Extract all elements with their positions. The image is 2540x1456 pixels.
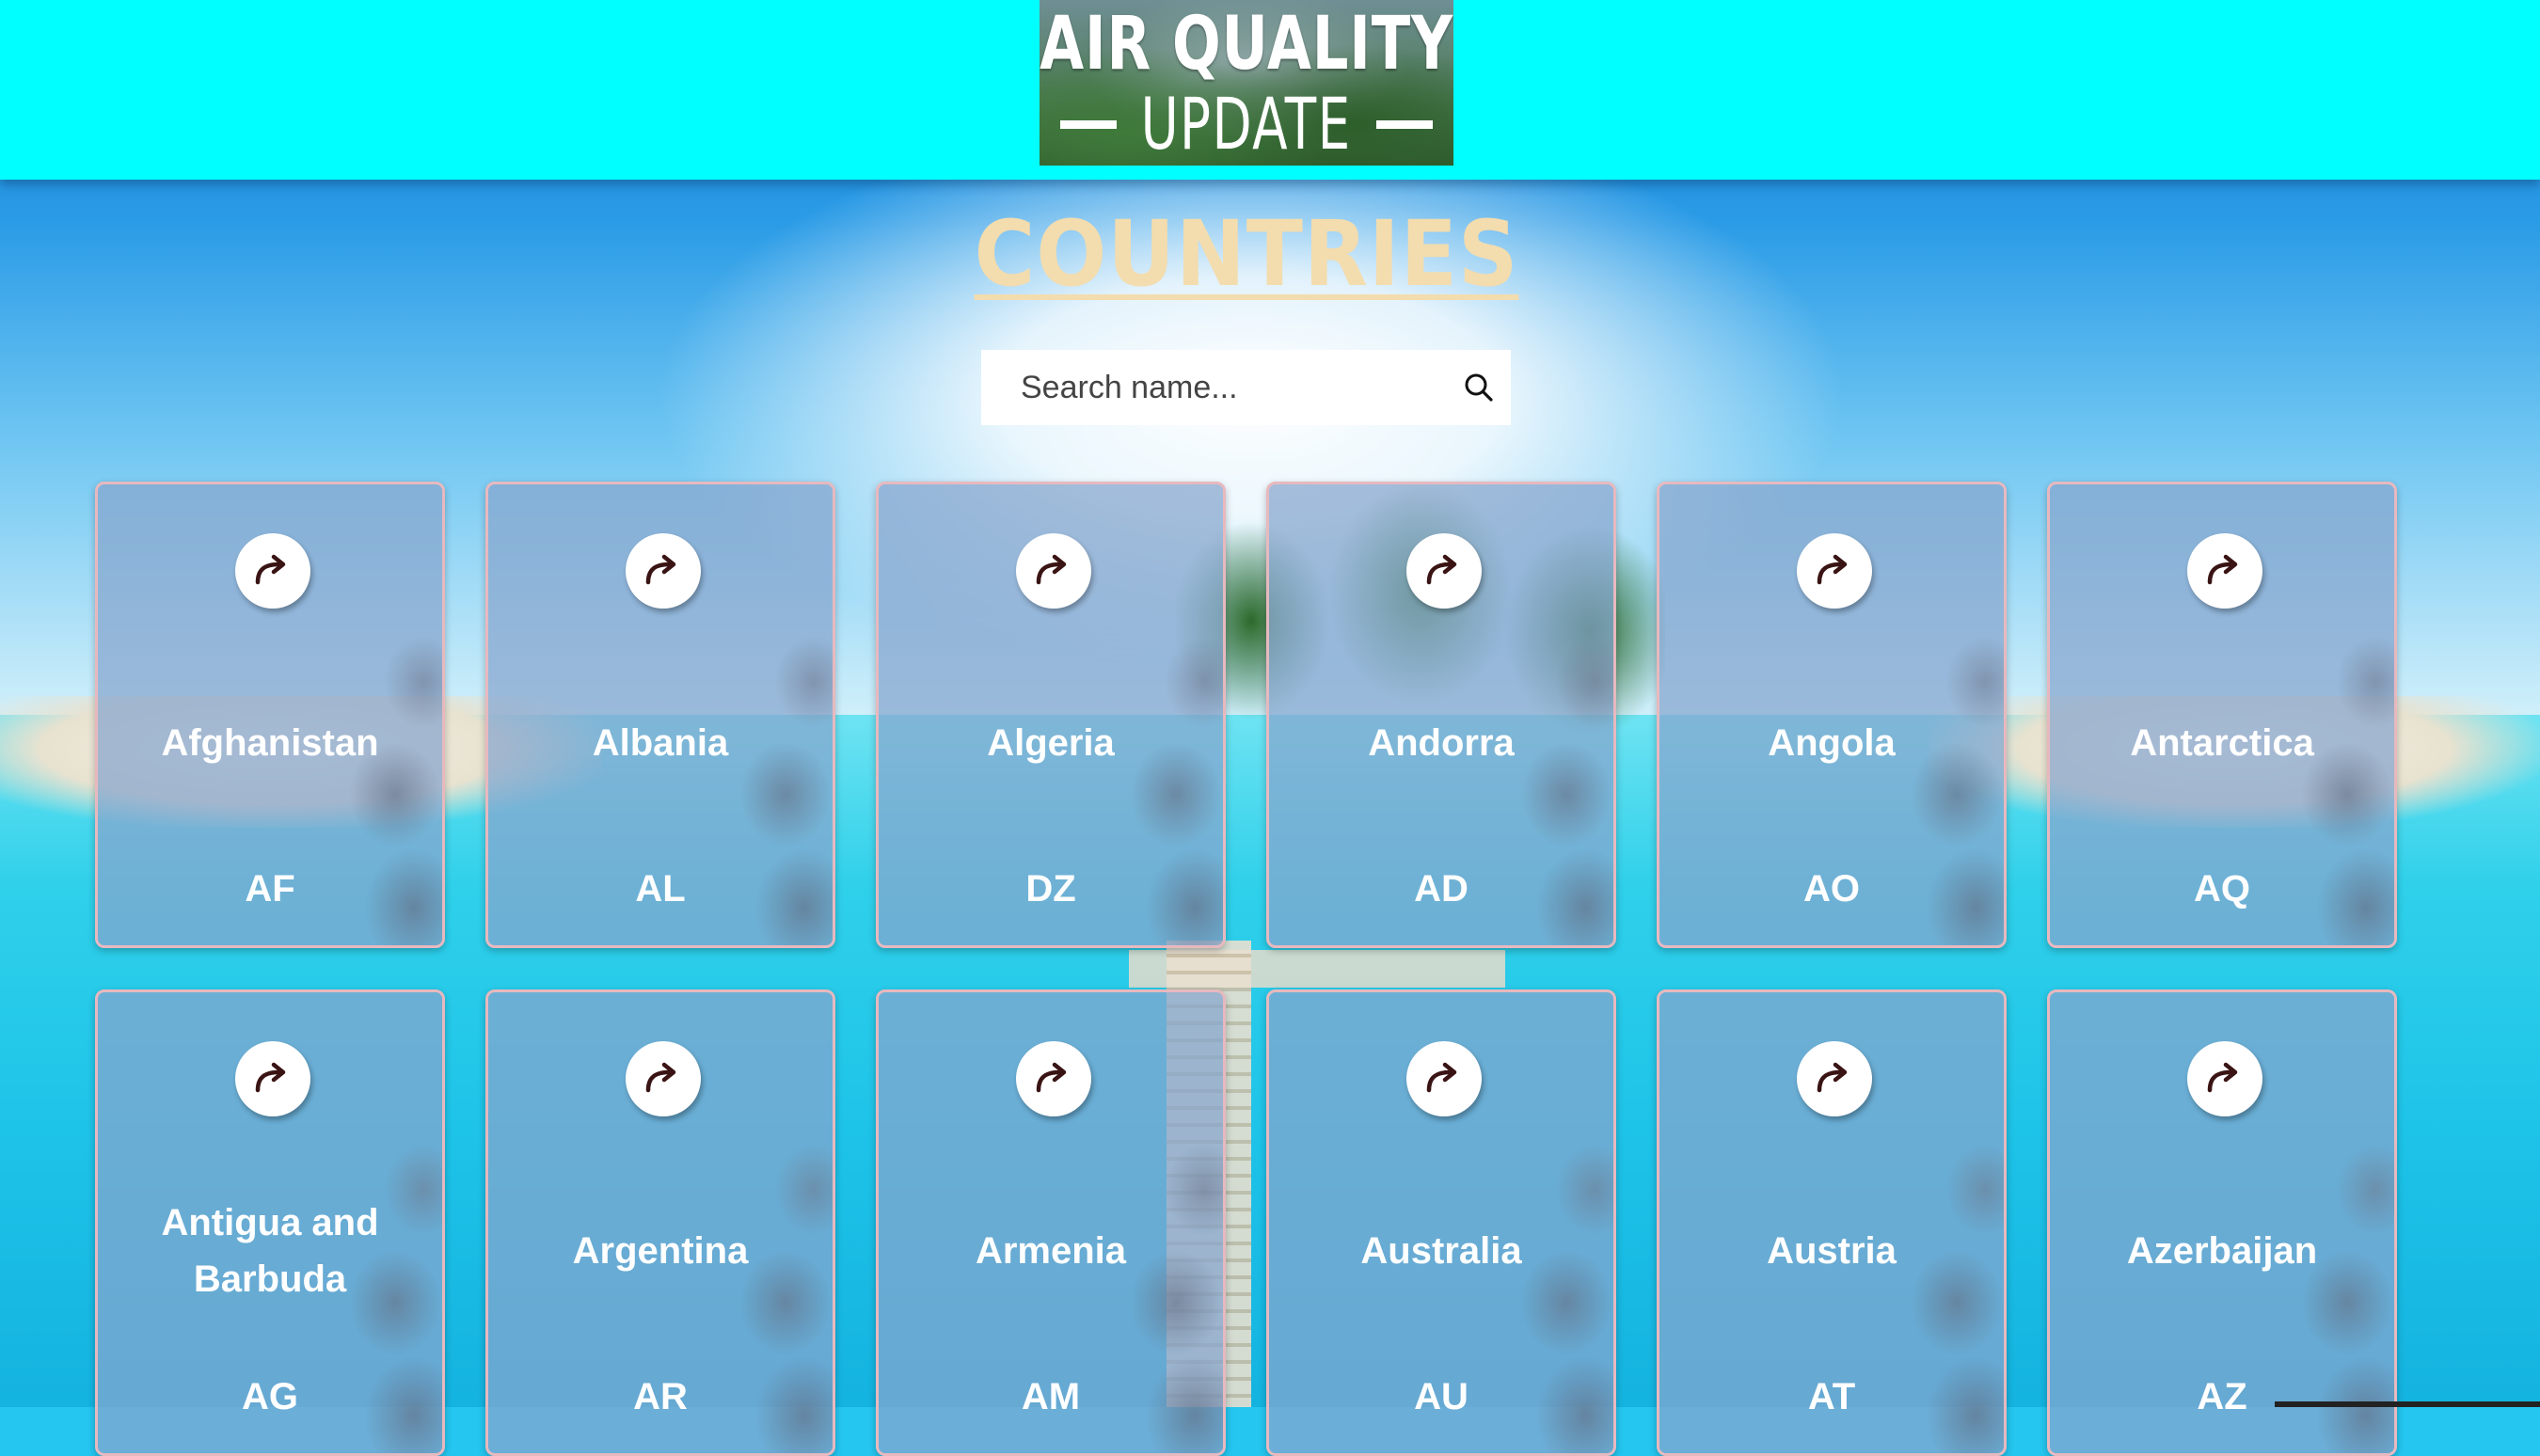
open-country-button[interactable] [1406, 1041, 1482, 1116]
share-arrow-icon [1036, 1062, 1067, 1093]
country-code: AU [1414, 1376, 1468, 1417]
share-arrow-icon [2207, 1062, 2238, 1093]
country-name: Angola [1768, 722, 1896, 764]
country-name: Austria [1767, 1230, 1897, 1272]
country-code: AT [1807, 1376, 1856, 1417]
country-card[interactable]: Antigua and Barbuda AG [95, 989, 445, 1456]
country-code: DZ [1025, 868, 1076, 910]
share-arrow-icon [1817, 1062, 1848, 1093]
logo-title: AIR QUALITY [1040, 2, 1453, 87]
share-arrow-icon [255, 554, 286, 585]
share-arrow-icon [1426, 1062, 1457, 1093]
search-icon [1465, 373, 1493, 402]
country-name: Antigua and Barbuda [161, 1202, 379, 1300]
country-card[interactable]: Austria AT [1657, 989, 2007, 1456]
share-arrow-icon [1817, 554, 1848, 585]
country-code: AO [1803, 868, 1860, 910]
share-arrow-icon [1036, 554, 1067, 585]
country-card[interactable]: Argentina AR [485, 989, 835, 1456]
open-country-button[interactable] [1797, 1041, 1872, 1116]
open-country-button[interactable] [1797, 533, 1872, 609]
country-code: AG [242, 1376, 298, 1417]
open-country-button[interactable] [626, 1041, 701, 1116]
open-country-button[interactable] [235, 1041, 310, 1116]
country-code: AQ [2194, 868, 2250, 910]
page-title[interactable]: COUNTRIES [965, 198, 1528, 310]
country-code: AR [633, 1376, 688, 1417]
share-arrow-icon [255, 1062, 286, 1093]
country-name: Armenia [975, 1230, 1127, 1272]
open-country-button[interactable] [235, 533, 310, 609]
country-card[interactable]: Algeria DZ [876, 482, 1226, 948]
country-name: Afghanistan [161, 722, 379, 764]
bottom-edge-strip [2275, 1401, 2540, 1407]
country-name: Antarctica [2130, 722, 2314, 764]
search-input[interactable] [1019, 358, 1437, 417]
open-country-button[interactable] [2187, 1041, 2262, 1116]
country-code: AF [245, 868, 295, 910]
country-code: AD [1414, 868, 1468, 910]
country-name: Algeria [987, 722, 1115, 764]
country-card[interactable]: Albania AL [485, 482, 835, 948]
country-name: Australia [1360, 1230, 1522, 1272]
share-arrow-icon [1426, 554, 1457, 585]
top-header-bar: AIR QUALITY UPDATE [0, 0, 2540, 180]
country-card[interactable]: Azerbaijan AZ [2047, 989, 2397, 1456]
logo-subtitle: UPDATE [1140, 82, 1353, 166]
open-country-button[interactable] [1016, 533, 1091, 609]
share-arrow-icon [645, 1062, 676, 1093]
country-card[interactable]: Afghanistan AF [95, 482, 445, 948]
share-arrow-icon [2207, 554, 2238, 585]
country-card[interactable]: Antarctica AQ [2047, 482, 2397, 948]
site-logo[interactable]: AIR QUALITY UPDATE [1040, 0, 1453, 166]
country-name: Albania [592, 722, 729, 764]
country-name: Azerbaijan [2126, 1230, 2318, 1272]
logo-subtitle-row: UPDATE [1040, 87, 1453, 162]
country-card[interactable]: Australia AU [1266, 989, 1616, 1456]
open-country-button[interactable] [626, 533, 701, 609]
country-card[interactable]: Angola AO [1657, 482, 2007, 948]
share-arrow-icon [645, 554, 676, 585]
country-code: AZ [2197, 1376, 2247, 1417]
search-box [981, 350, 1511, 425]
search-button[interactable] [1460, 369, 1498, 406]
open-country-button[interactable] [1406, 533, 1482, 609]
logo-dash-left [1060, 119, 1118, 129]
logo-dash-right [1375, 119, 1433, 129]
open-country-button[interactable] [2187, 533, 2262, 609]
open-country-button[interactable] [1016, 1041, 1091, 1116]
country-code: AM [1021, 1376, 1081, 1417]
country-code: AL [635, 868, 686, 910]
country-name: Andorra [1368, 722, 1515, 764]
country-card[interactable]: Andorra AD [1266, 482, 1616, 948]
country-name: Argentina [572, 1230, 749, 1272]
country-card[interactable]: Armenia AM [876, 989, 1226, 1456]
